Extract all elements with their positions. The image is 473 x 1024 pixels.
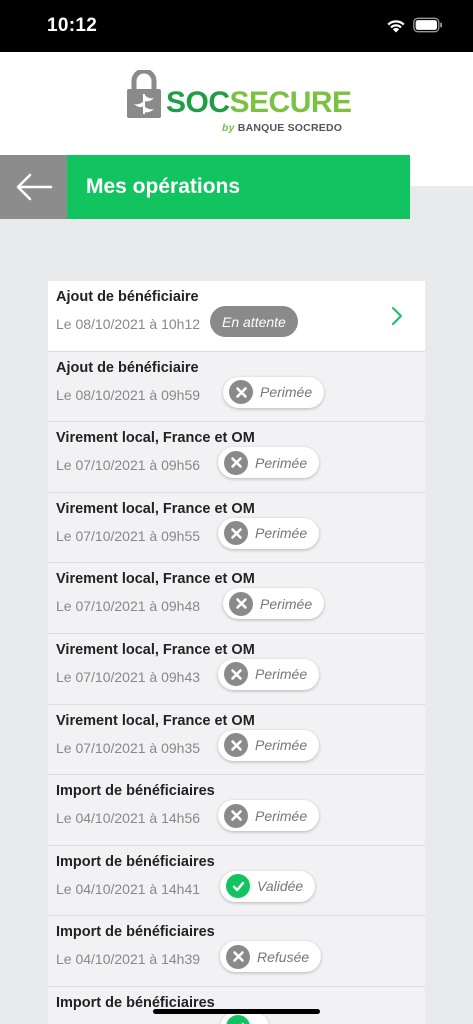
operation-title: Ajout de bénéficiaire bbox=[56, 359, 199, 376]
status-badge: Perimée bbox=[218, 729, 320, 761]
operation-date: Le 04/10/2021 à 14h56 bbox=[56, 810, 201, 827]
status-time: 10:12 bbox=[47, 15, 98, 36]
operation-date: Le 07/10/2021 à 09h55 bbox=[56, 527, 201, 544]
cross-icon bbox=[224, 662, 248, 687]
check-icon bbox=[226, 1015, 250, 1024]
status-badge: Perimée bbox=[218, 658, 320, 690]
operation-title: Import de bénéficiaires bbox=[56, 924, 215, 941]
cross-icon bbox=[224, 450, 248, 475]
operation-title: Virement local, France et OM bbox=[56, 571, 255, 588]
operation-item[interactable]: Virement local, France et OM Le 07/10/202… bbox=[48, 704, 425, 776]
logo-soc-text: SOC bbox=[166, 86, 230, 119]
status-label: Refusée bbox=[257, 948, 310, 965]
status-badge: Perimée bbox=[218, 800, 320, 832]
status-label: Perimée bbox=[260, 384, 313, 401]
cross-icon bbox=[226, 944, 250, 969]
operation-title: Virement local, France et OM bbox=[56, 712, 255, 729]
cross-icon bbox=[229, 591, 253, 616]
cross-icon bbox=[224, 521, 248, 546]
operation-item[interactable]: Virement local, France et OM Le 07/10/202… bbox=[48, 633, 425, 705]
status-badge: Validée bbox=[220, 870, 316, 902]
chevron-right-icon[interactable] bbox=[391, 306, 403, 326]
status-badge: En attente bbox=[210, 306, 298, 337]
operation-item[interactable]: Import de bénéficiaires Le 04/10/2021 à 1… bbox=[48, 775, 425, 846]
operations-list: Ajout de bénéficiaire Le 08/10/2021 à 10h… bbox=[48, 281, 425, 1024]
wifi-icon bbox=[387, 20, 405, 33]
operation-date: Le 07/10/2021 à 09h43 bbox=[56, 668, 201, 685]
status-bar: 10:12 bbox=[0, 0, 473, 52]
page-header: Mes opérations bbox=[0, 155, 410, 219]
lock-logo-icon bbox=[127, 70, 161, 118]
logo-subtitle: by BANQUE SOCREDO bbox=[222, 122, 342, 134]
operation-item[interactable]: Virement local, France et OM Le 07/10/202… bbox=[48, 563, 425, 634]
status-badge: Perimée bbox=[223, 588, 325, 620]
cross-icon bbox=[224, 803, 248, 828]
operation-title: Import de bénéficiaires bbox=[56, 853, 215, 870]
status-label: Perimée bbox=[255, 807, 308, 824]
operation-title: Virement local, France et OM bbox=[56, 430, 255, 447]
status-badge: Perimée bbox=[218, 517, 320, 549]
back-arrow-icon bbox=[16, 173, 52, 201]
operation-title: Virement local, France et OM bbox=[56, 500, 255, 517]
status-badge: Refusée bbox=[220, 941, 322, 973]
operation-date: Le 08/10/2021 à 09h59 bbox=[56, 386, 201, 403]
operation-item[interactable]: Import de bénéficiaires bbox=[48, 986, 425, 1024]
status-label: Perimée bbox=[255, 737, 308, 754]
status-label: Perimée bbox=[255, 525, 308, 542]
status-badge: Perimée bbox=[218, 447, 320, 479]
operation-date: Le 04/10/2021 à 14h41 bbox=[56, 880, 201, 897]
operation-item[interactable]: Import de bénéficiaires Le 04/10/2021 à 1… bbox=[48, 916, 425, 987]
operation-title: Virement local, France et OM bbox=[56, 641, 255, 658]
operation-item[interactable]: Ajout de bénéficiaire Le 08/10/2021 à 10h… bbox=[48, 281, 425, 352]
operation-title: Import de bénéficiaires bbox=[56, 783, 215, 800]
operation-title: Ajout de bénéficiaire bbox=[56, 289, 199, 305]
logo-by-text: by bbox=[222, 122, 235, 134]
operation-date: Le 07/10/2021 à 09h35 bbox=[56, 739, 201, 756]
status-label: Validée bbox=[257, 878, 304, 895]
operation-item[interactable]: Virement local, France et OM Le 07/10/202… bbox=[48, 422, 425, 493]
cross-icon bbox=[224, 733, 248, 758]
operation-item[interactable]: Ajout de bénéficiaire Le 08/10/2021 à 09h… bbox=[48, 351, 425, 423]
status-label: Perimée bbox=[260, 595, 313, 612]
battery-icon bbox=[413, 17, 442, 33]
status-label: Perimée bbox=[255, 666, 308, 683]
cross-icon bbox=[229, 380, 253, 405]
check-icon bbox=[226, 874, 250, 899]
operation-date: Le 07/10/2021 à 09h48 bbox=[56, 598, 201, 615]
brand-logo-text: SOCSECURE bbox=[166, 88, 352, 118]
operation-date: Le 08/10/2021 à 10h12 bbox=[56, 316, 201, 332]
back-button[interactable] bbox=[0, 155, 67, 219]
logo-bank-text: BANQUE SOCREDO bbox=[237, 122, 343, 134]
status-label: En attente bbox=[222, 313, 286, 330]
status-badge: Perimée bbox=[223, 376, 325, 408]
operation-item[interactable]: Virement local, France et OM Le 07/10/202… bbox=[48, 492, 425, 564]
home-indicator bbox=[153, 1009, 320, 1014]
page-title: Mes opérations bbox=[86, 175, 241, 198]
logo-secure-text: SECURE bbox=[229, 86, 353, 119]
header-title-box: Mes opérations bbox=[67, 155, 410, 219]
status-label: Perimée bbox=[255, 454, 308, 471]
operation-item[interactable]: Import de bénéficiaires Le 04/10/2021 à 1… bbox=[48, 845, 425, 917]
operation-date: Le 04/10/2021 à 14h39 bbox=[56, 951, 201, 968]
operation-date: Le 07/10/2021 à 09h56 bbox=[56, 457, 201, 474]
